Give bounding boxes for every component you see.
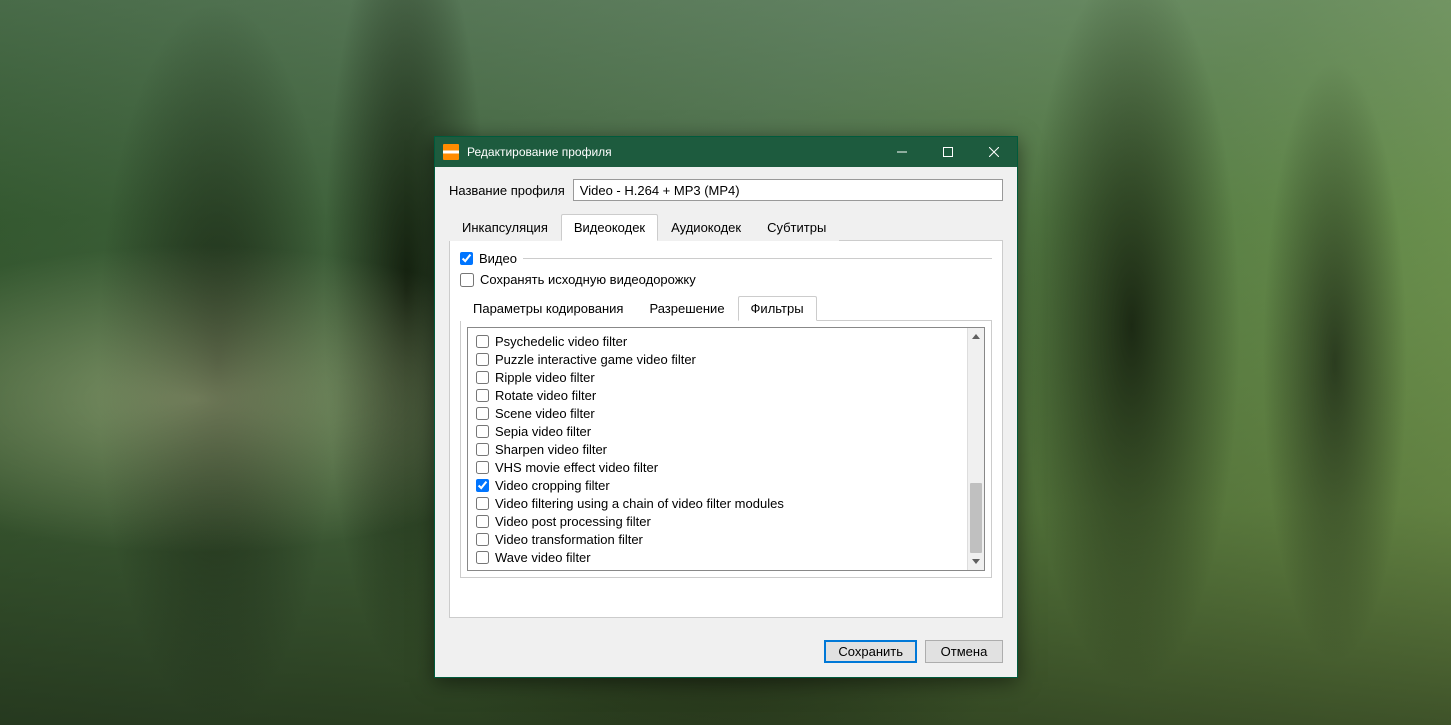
window-controls [879, 137, 1017, 167]
dialog-footer: Сохранить Отмена [435, 630, 1017, 677]
filter-item: Video cropping filter [476, 476, 959, 494]
minimize-button[interactable] [879, 137, 925, 167]
keep-original-row: Сохранять исходную видеодорожку [460, 272, 992, 287]
filter-checkbox[interactable] [476, 425, 489, 438]
filter-list-container: Psychedelic video filter Puzzle interacti… [467, 327, 985, 571]
filter-item: Video post processing filter [476, 512, 959, 530]
filter-label: Rotate video filter [495, 388, 596, 403]
filter-checkbox[interactable] [476, 443, 489, 456]
filter-item: Puzzle interactive game video filter [476, 350, 959, 368]
filter-label: Sharpen video filter [495, 442, 607, 457]
filter-checkbox[interactable] [476, 371, 489, 384]
profile-name-label: Название профиля [449, 183, 565, 198]
filter-checkbox[interactable] [476, 515, 489, 528]
filter-item: Wave video filter [476, 548, 959, 566]
filter-label: Psychedelic video filter [495, 334, 627, 349]
filter-checkbox[interactable] [476, 533, 489, 546]
scroll-up-button[interactable] [968, 328, 984, 345]
filter-label: Puzzle interactive game video filter [495, 352, 696, 367]
scroll-track[interactable] [968, 345, 984, 553]
filter-label: Ripple video filter [495, 370, 595, 385]
dialog-body: Название профиля Инкапсуляция Видеокодек… [435, 167, 1017, 630]
maximize-button[interactable] [925, 137, 971, 167]
filter-label: Video transformation filter [495, 532, 643, 547]
titlebar[interactable]: Редактирование профиля [435, 137, 1017, 167]
cancel-button[interactable]: Отмена [925, 640, 1003, 663]
keep-original-checkbox[interactable] [460, 273, 474, 287]
keep-original-label: Сохранять исходную видеодорожку [480, 272, 696, 287]
filter-checkbox[interactable] [476, 335, 489, 348]
profile-name-row: Название профиля [449, 179, 1003, 201]
filter-item: Sharpen video filter [476, 440, 959, 458]
tab-videocodec[interactable]: Видеокодек [561, 214, 658, 241]
video-enable-checkbox[interactable] [460, 252, 473, 265]
scrollbar [967, 328, 984, 570]
subtab-resolution[interactable]: Разрешение [636, 296, 737, 321]
filter-item: Scene video filter [476, 404, 959, 422]
chevron-up-icon [972, 334, 980, 339]
filter-item: Ripple video filter [476, 368, 959, 386]
filter-label: Video cropping filter [495, 478, 610, 493]
filter-label: Video filtering using a chain of video f… [495, 496, 784, 511]
filter-checkbox[interactable] [476, 407, 489, 420]
close-button[interactable] [971, 137, 1017, 167]
profile-edit-dialog: Редактирование профиля Название профиля … [434, 136, 1018, 678]
filter-label: Wave video filter [495, 550, 591, 565]
window-title: Редактирование профиля [467, 145, 879, 159]
filter-item: Video transformation filter [476, 530, 959, 548]
filter-item: Video filtering using a chain of video f… [476, 494, 959, 512]
filter-checkbox[interactable] [476, 479, 489, 492]
filter-item: Rotate video filter [476, 386, 959, 404]
scroll-down-button[interactable] [968, 553, 984, 570]
video-enable-label: Видео [479, 251, 517, 266]
filter-list: Psychedelic video filter Puzzle interacti… [468, 328, 967, 570]
profile-name-input[interactable] [573, 179, 1003, 201]
main-tabs: Инкапсуляция Видеокодек Аудиокодек Субти… [449, 213, 1003, 241]
subtab-encoding-params[interactable]: Параметры кодирования [460, 296, 636, 321]
filter-item: VHS movie effect video filter [476, 458, 959, 476]
filter-checkbox[interactable] [476, 389, 489, 402]
scroll-thumb[interactable] [970, 483, 982, 553]
videocodec-tab-content: Видео Сохранять исходную видеодорожку Па… [449, 241, 1003, 618]
filter-item: Sepia video filter [476, 422, 959, 440]
video-group: Видео Сохранять исходную видеодорожку Па… [460, 251, 992, 578]
chevron-down-icon [972, 559, 980, 564]
tab-subtitles[interactable]: Субтитры [754, 214, 839, 241]
save-button[interactable]: Сохранить [824, 640, 917, 663]
filter-label: Video post processing filter [495, 514, 651, 529]
filter-item: Psychedelic video filter [476, 332, 959, 350]
filter-checkbox[interactable] [476, 551, 489, 564]
filter-checkbox[interactable] [476, 461, 489, 474]
filter-checkbox[interactable] [476, 353, 489, 366]
tab-audiocodec[interactable]: Аудиокодек [658, 214, 754, 241]
filter-label: Scene video filter [495, 406, 595, 421]
tab-encapsulation[interactable]: Инкапсуляция [449, 214, 561, 241]
filter-checkbox[interactable] [476, 497, 489, 510]
subtab-filters[interactable]: Фильтры [738, 296, 817, 321]
group-divider [523, 258, 992, 259]
video-group-header: Видео [460, 251, 992, 266]
filters-tab-content: Psychedelic video filter Puzzle interacti… [460, 320, 992, 578]
sub-tabs: Параметры кодирования Разрешение Фильтры [460, 295, 992, 320]
vlc-icon [443, 144, 459, 160]
filter-label: Sepia video filter [495, 424, 591, 439]
filter-label: VHS movie effect video filter [495, 460, 658, 475]
